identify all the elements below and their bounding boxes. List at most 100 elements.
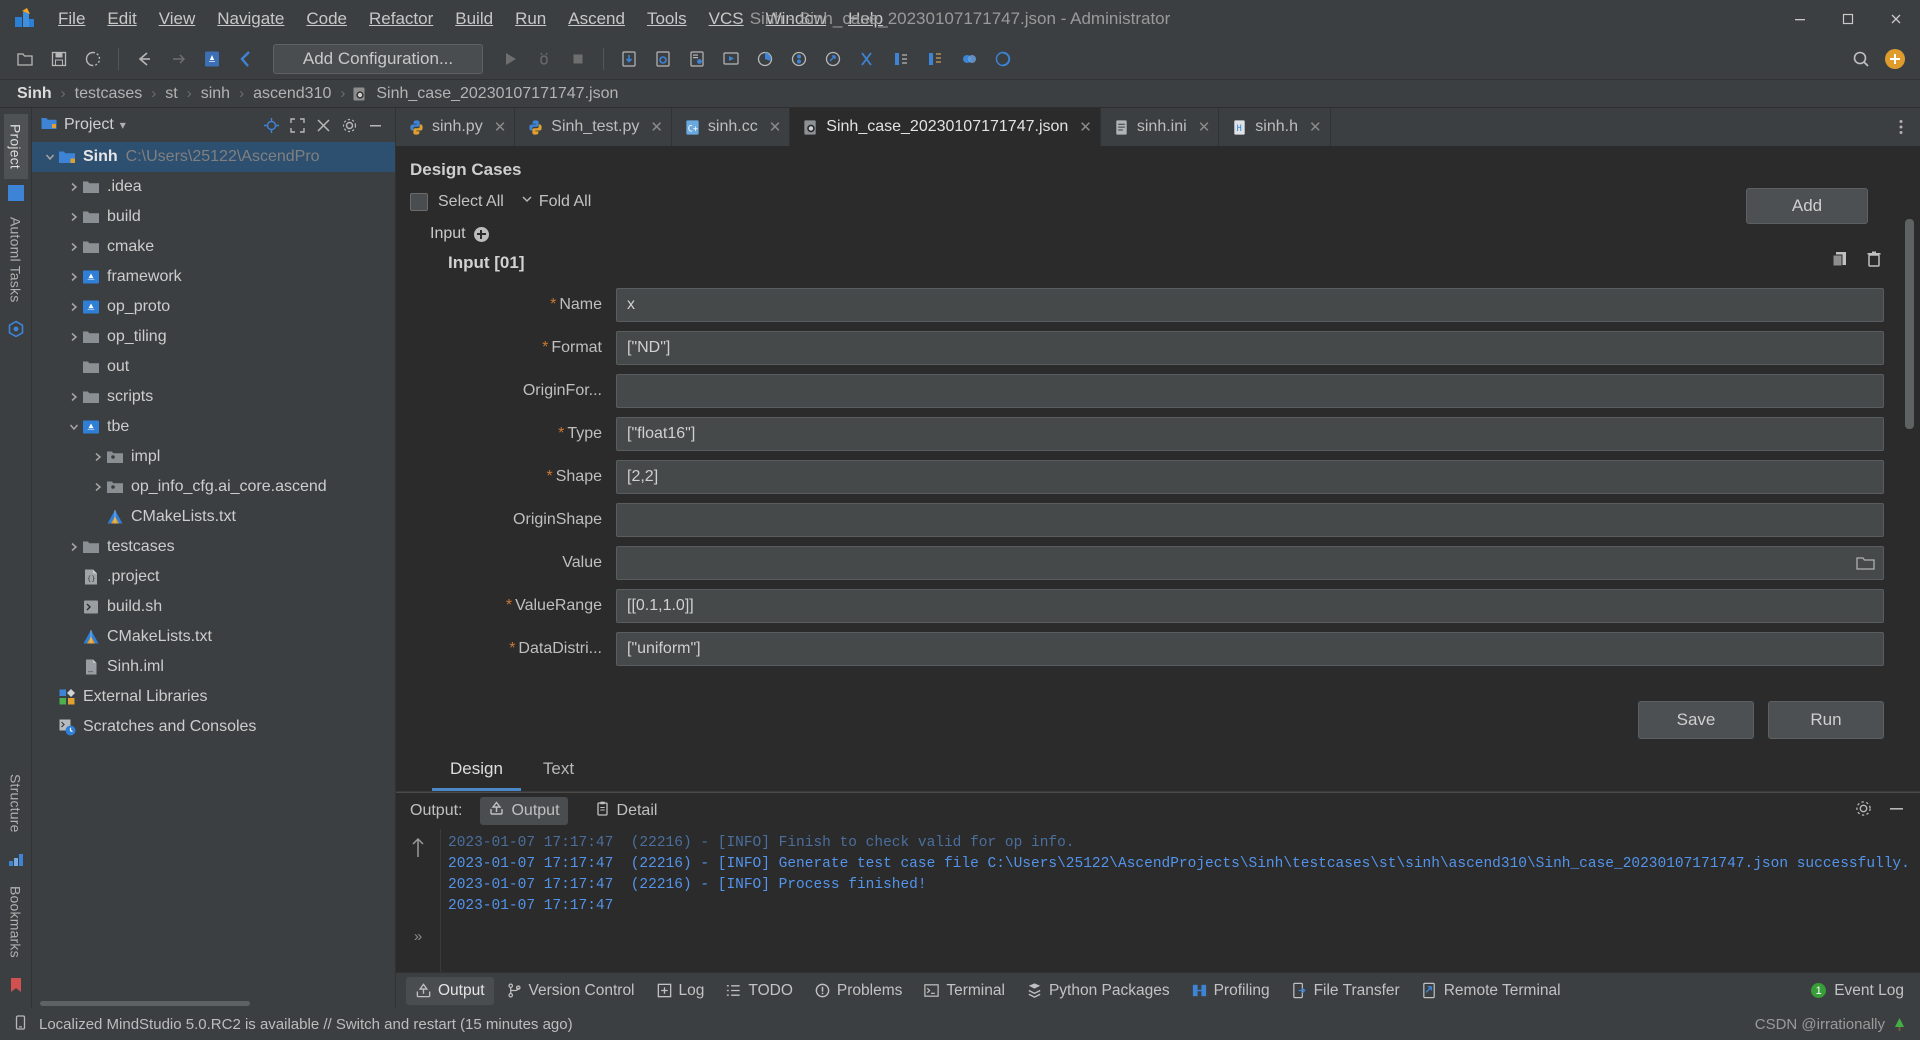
- deploy-icon[interactable]: [716, 44, 746, 74]
- field-input-datadistri[interactable]: ["uniform"]: [616, 631, 1884, 666]
- event-log-area[interactable]: 1 Event Log: [1811, 982, 1910, 1000]
- editor-tab-sinh-py[interactable]: sinh.py ✕: [396, 108, 516, 146]
- tab-design[interactable]: Design: [432, 749, 521, 791]
- debug-icon[interactable]: [529, 44, 559, 74]
- tree-item-sinh[interactable]: Sinh C:\Users\25122\AscendPro: [32, 142, 395, 172]
- project-pane-title[interactable]: Project ▾: [40, 114, 126, 137]
- tree-item-tbe[interactable]: tbe: [32, 412, 395, 442]
- download-model-icon[interactable]: [614, 44, 644, 74]
- system-profiler-icon[interactable]: [784, 44, 814, 74]
- editor-tab-sinh-case-20230107171747-json[interactable]: Sinh_case_20230107171747.json ✕: [790, 108, 1101, 146]
- model-analyzer-icon[interactable]: [682, 44, 712, 74]
- chevron-down-icon[interactable]: [42, 149, 58, 165]
- chevron-right-icon[interactable]: [66, 209, 82, 225]
- sidebar-item-structure[interactable]: Structure: [4, 764, 28, 843]
- close-icon[interactable]: ✕: [769, 118, 782, 136]
- menu-window[interactable]: Window: [756, 5, 836, 33]
- project-tree-hscrollbar[interactable]: [32, 999, 395, 1008]
- bottom-tab-log[interactable]: Log: [647, 977, 714, 1005]
- tree-item-scripts[interactable]: scripts: [32, 382, 395, 412]
- chevron-right-icon[interactable]: [66, 539, 82, 555]
- tree-item-op-tiling[interactable]: op_tiling: [32, 322, 395, 352]
- auto-tune-icon[interactable]: [818, 44, 848, 74]
- field-input-name[interactable]: x: [616, 287, 1884, 322]
- menu-navigate[interactable]: Navigate: [207, 5, 294, 33]
- editor-tab-sinh-ini[interactable]: sinh.ini ✕: [1101, 108, 1220, 146]
- tree-item-out[interactable]: out: [32, 352, 395, 382]
- tree-item-build-sh[interactable]: build.sh: [32, 592, 395, 622]
- save-button[interactable]: Save: [1638, 701, 1754, 739]
- close-icon[interactable]: ✕: [650, 118, 663, 136]
- tree-item-build[interactable]: build: [32, 202, 395, 232]
- tree-item--idea[interactable]: .idea: [32, 172, 395, 202]
- menu-build[interactable]: Build: [445, 5, 503, 33]
- back-arrow-icon[interactable]: [129, 44, 159, 74]
- chevron-right-icon[interactable]: [66, 239, 82, 255]
- sync-icon[interactable]: [78, 44, 108, 74]
- menu-code[interactable]: Code: [296, 5, 357, 33]
- tree-item-framework[interactable]: framework: [32, 262, 395, 292]
- field-input-originshape[interactable]: [616, 502, 1884, 537]
- menu-ascend[interactable]: Ascend: [558, 5, 635, 33]
- chevron-right-icon[interactable]: [66, 389, 82, 405]
- delete-icon[interactable]: [1864, 249, 1884, 269]
- run-button[interactable]: Run: [1768, 701, 1884, 739]
- field-input-value[interactable]: [616, 545, 1884, 580]
- collapse-all-icon[interactable]: [311, 113, 335, 137]
- chevron-right-icon[interactable]: [66, 269, 82, 285]
- bottom-tab-todo[interactable]: TODO: [716, 977, 802, 1005]
- close-icon[interactable]: ✕: [1198, 118, 1211, 136]
- menu-vcs[interactable]: VCS: [699, 5, 754, 33]
- browse-folder-icon[interactable]: [1856, 555, 1875, 571]
- breadcrumb-item-1[interactable]: testcases: [72, 85, 146, 103]
- menu-file[interactable]: File: [48, 5, 95, 33]
- locate-icon[interactable]: [259, 113, 283, 137]
- menu-view[interactable]: View: [149, 5, 206, 33]
- op-msprof-icon[interactable]: [988, 44, 1018, 74]
- field-input-format[interactable]: ["ND"]: [616, 330, 1884, 365]
- hide-panel-icon[interactable]: [1887, 799, 1906, 823]
- settings-gear-icon[interactable]: [337, 113, 361, 137]
- bottom-tab-version-control[interactable]: Version Control: [497, 977, 644, 1005]
- tab-text[interactable]: Text: [525, 749, 592, 791]
- output-console[interactable]: » 2023-01-07 17:17:47 (22216) - [INFO] F…: [396, 829, 1920, 972]
- breadcrumb-item-4[interactable]: ascend310: [250, 85, 334, 103]
- tree-item-op-info-cfg-ai-core-ascend[interactable]: op_info_cfg.ai_core.ascend: [32, 472, 395, 502]
- output-tab-detail[interactable]: Detail: [586, 797, 666, 825]
- search-everywhere-icon[interactable]: [1846, 44, 1876, 74]
- editor-tab-sinh-cc[interactable]: C+ sinh.cc ✕: [672, 108, 791, 146]
- field-input-type[interactable]: ["float16"]: [616, 416, 1884, 451]
- ascend-project-icon[interactable]: [197, 44, 227, 74]
- notification-icon[interactable]: [12, 1014, 29, 1035]
- model-converter-icon[interactable]: [648, 44, 678, 74]
- settings-gear-icon[interactable]: [1854, 799, 1873, 823]
- sidebar-item-bookmarks[interactable]: Bookmarks: [4, 876, 28, 968]
- scroll-up-icon[interactable]: [409, 835, 427, 866]
- minimize-button[interactable]: [1776, 0, 1824, 38]
- op-ut-icon[interactable]: [920, 44, 950, 74]
- tree-item-impl[interactable]: impl: [32, 442, 395, 472]
- editor-tab-sinh-h[interactable]: Hsinh.h ✕: [1219, 108, 1331, 146]
- tree-item-scratches-and-consoles[interactable]: Scratches and Consoles: [32, 712, 395, 742]
- tree-item-op-proto[interactable]: op_proto: [32, 292, 395, 322]
- close-icon[interactable]: ✕: [494, 118, 507, 136]
- bottom-tab-terminal[interactable]: Terminal: [914, 977, 1014, 1005]
- chevron-right-icon[interactable]: [90, 449, 106, 465]
- menu-refactor[interactable]: Refactor: [359, 5, 443, 33]
- op-generate-icon[interactable]: [886, 44, 916, 74]
- sidebar-item-automl-tasks[interactable]: Automl Tasks: [4, 207, 28, 312]
- ide-account-icon[interactable]: [1880, 44, 1910, 74]
- bottom-tab-profiling[interactable]: Profiling: [1182, 977, 1279, 1005]
- tree-item-testcases[interactable]: testcases: [32, 532, 395, 562]
- build-hammer-icon[interactable]: [231, 44, 261, 74]
- forward-arrow-icon[interactable]: [163, 44, 193, 74]
- expand-icon[interactable]: [285, 113, 309, 137]
- chevron-down-icon[interactable]: [66, 419, 82, 435]
- op-st-icon[interactable]: [954, 44, 984, 74]
- open-project-icon[interactable]: [10, 44, 40, 74]
- maximize-button[interactable]: [1824, 0, 1872, 38]
- editor-tabs-options-icon[interactable]: [1882, 108, 1920, 146]
- stop-icon[interactable]: [563, 44, 593, 74]
- field-input-originfor[interactable]: [616, 373, 1884, 408]
- chevron-down-icon[interactable]: ▾: [120, 118, 126, 132]
